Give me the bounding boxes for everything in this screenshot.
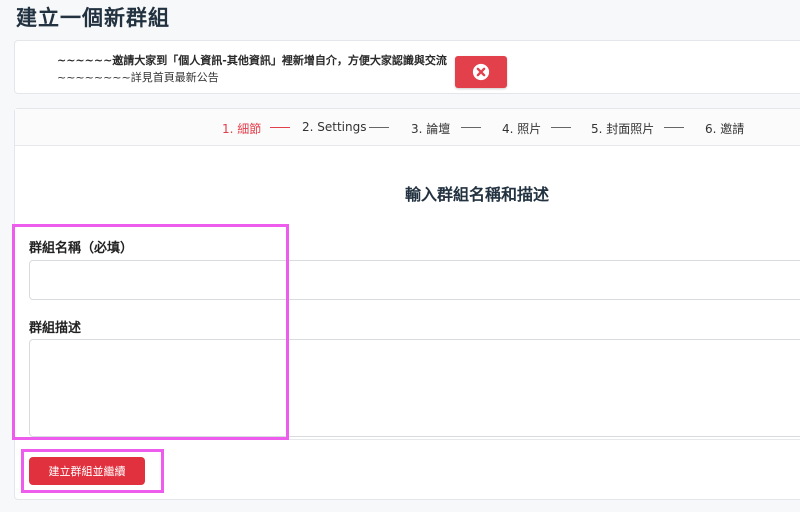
- close-circle-icon: [472, 63, 490, 81]
- notice-line-1: ~~~~~~邀請大家到「個人資訊-其他資訊」裡新增自介，方便大家認識與交流: [57, 54, 447, 67]
- notice-line-2: ~~~~~~~~詳見首頁最新公告: [57, 71, 219, 84]
- step-invite[interactable]: 6. 邀請: [705, 120, 744, 137]
- card-footer-divider: [15, 439, 800, 440]
- group-name-input[interactable]: [29, 260, 800, 300]
- step-forum[interactable]: 3. 論壇: [411, 120, 450, 137]
- group-description-input[interactable]: [29, 339, 800, 437]
- step-separator: [664, 127, 684, 128]
- step-separator: [270, 127, 290, 128]
- step-separator: [461, 127, 481, 128]
- step-cover-photo[interactable]: 5. 封面照片: [591, 120, 654, 137]
- step-separator: [369, 127, 389, 128]
- create-group-card: 1. 細節 2. Settings 3. 論壇 4. 照片 5. 封面照片 6.…: [14, 108, 800, 500]
- step-separator: [551, 127, 571, 128]
- group-name-label: 群組名稱（必填）: [29, 241, 134, 256]
- close-notice-button[interactable]: [455, 56, 507, 88]
- page-title: 建立一個新群組: [16, 6, 170, 30]
- step-photos[interactable]: 4. 照片: [502, 120, 541, 137]
- step-settings[interactable]: 2. Settings: [302, 120, 366, 134]
- step-details[interactable]: 1. 細節: [222, 120, 261, 137]
- notice-box: ~~~~~~邀請大家到「個人資訊-其他資訊」裡新增自介，方便大家認識與交流 ~~…: [14, 40, 800, 94]
- step-progress: 1. 細節 2. Settings 3. 論壇 4. 照片 5. 封面照片 6.…: [15, 109, 800, 146]
- form-heading: 輸入群組名稱和描述: [405, 185, 550, 204]
- group-description-label: 群組描述: [29, 321, 82, 336]
- create-group-continue-button[interactable]: 建立群組並繼續: [29, 457, 145, 485]
